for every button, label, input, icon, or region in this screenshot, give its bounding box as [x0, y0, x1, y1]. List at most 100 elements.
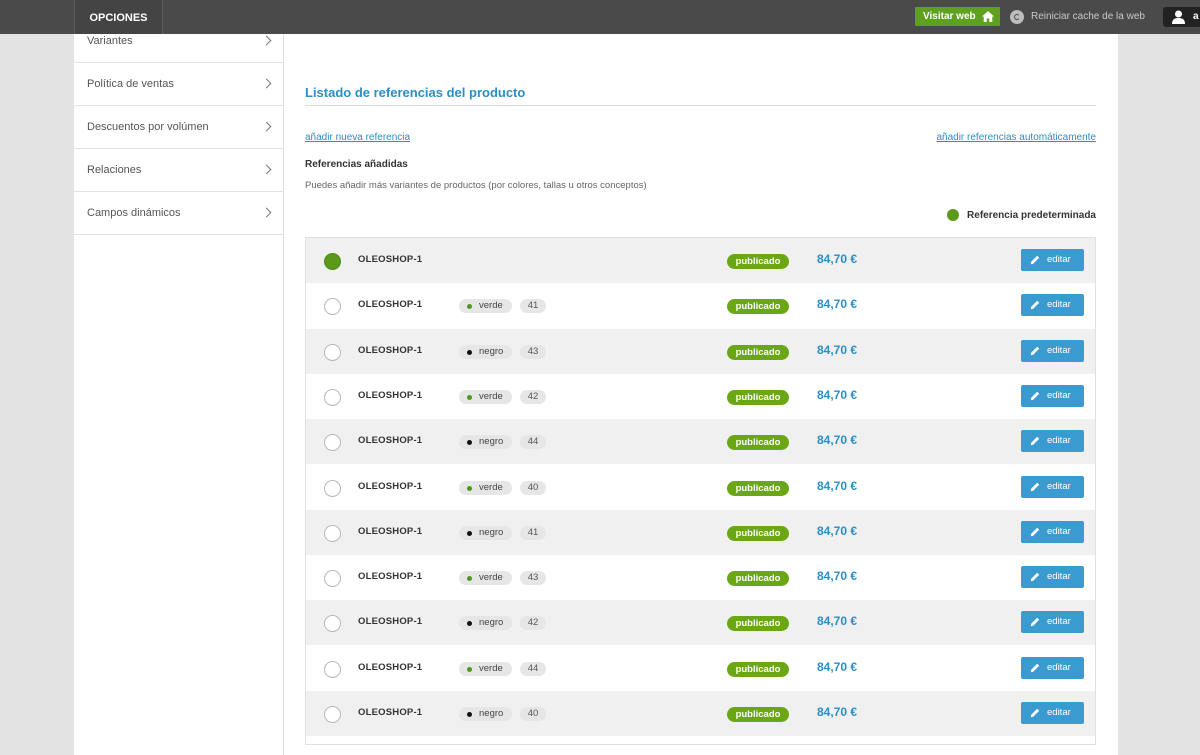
- default-radio[interactable]: [324, 660, 341, 678]
- status-badge: publicado: [727, 661, 789, 677]
- edit-label: editar: [1047, 344, 1071, 356]
- color-label: verde: [479, 300, 503, 312]
- reference-name: OLEOSHOP-1: [358, 525, 423, 537]
- edit-label: editar: [1047, 389, 1071, 401]
- table-row: OLEOSHOP-1 verde 42 publicado 84,70 € editar: [306, 373, 1095, 419]
- color-dot-icon: [467, 304, 472, 310]
- color-tag: verde: [459, 661, 512, 676]
- color-tag: verde: [459, 571, 512, 586]
- price: 84,70 €: [817, 705, 858, 719]
- color-dot-icon: [467, 530, 472, 536]
- default-radio[interactable]: [324, 298, 341, 316]
- edit-button[interactable]: editar: [1021, 702, 1084, 724]
- sidebar-item-volume-discounts[interactable]: Descuentos por volúmen: [74, 106, 284, 149]
- default-radio[interactable]: [324, 570, 341, 588]
- size-tag: 41: [520, 299, 546, 314]
- reset-cache-label: Reiniciar cache de la web: [1031, 11, 1145, 22]
- color-dot-icon: [467, 485, 472, 491]
- edit-button[interactable]: editar: [1021, 249, 1084, 271]
- default-radio[interactable]: [324, 343, 341, 361]
- reference-name: OLEOSHOP-1: [358, 299, 423, 311]
- color-label: negro: [479, 526, 504, 538]
- user-menu[interactable]: a: [1163, 7, 1200, 27]
- color-tag: negro: [459, 344, 513, 359]
- edit-button[interactable]: editar: [1021, 566, 1084, 589]
- user-icon: [1172, 10, 1185, 24]
- edit-button[interactable]: editar: [1021, 294, 1084, 317]
- status-badge: publicado: [727, 344, 789, 360]
- visit-web-label: Visitar web: [923, 11, 976, 22]
- color-label: verde: [479, 481, 503, 493]
- default-radio[interactable]: [324, 253, 341, 270]
- default-radio[interactable]: [324, 479, 341, 497]
- pencil-icon: [1030, 618, 1040, 627]
- reference-name: OLEOSHOP-1: [358, 616, 423, 628]
- price: 84,70 €: [817, 297, 858, 312]
- reference-name: OLEOSHOP-1: [358, 254, 423, 265]
- color-tag: verde: [459, 389, 512, 404]
- status-badge: publicado: [727, 435, 789, 451]
- default-radio[interactable]: [324, 615, 341, 633]
- color-tag: negro: [459, 707, 513, 721]
- default-radio[interactable]: [324, 524, 341, 542]
- chevron-right-icon: [261, 121, 272, 132]
- chevron-right-icon: [261, 78, 272, 89]
- add-auto-references-link[interactable]: añadir referencias automáticamente: [936, 132, 1096, 143]
- status-badge: publicado: [727, 389, 789, 405]
- default-radio[interactable]: [324, 434, 341, 452]
- default-radio[interactable]: [324, 706, 341, 723]
- pencil-icon: [1030, 391, 1040, 401]
- edit-button[interactable]: editar: [1021, 611, 1084, 634]
- edit-button[interactable]: editar: [1021, 430, 1084, 453]
- chevron-right-icon: [261, 35, 272, 46]
- sidebar-item-label: Campos dinámicos: [87, 207, 181, 219]
- edit-label: editar: [1047, 299, 1071, 311]
- price: 84,70 €: [817, 659, 858, 674]
- edit-button[interactable]: editar: [1021, 384, 1084, 407]
- edit-button[interactable]: editar: [1021, 339, 1084, 362]
- page-title: Listado de referencias del producto: [305, 85, 526, 100]
- user-name: a: [1193, 11, 1199, 22]
- color-dot-icon: [467, 576, 472, 582]
- edit-button[interactable]: editar: [1021, 656, 1084, 679]
- reference-name: OLEOSHOP-1: [358, 571, 423, 583]
- sidebar-item-sales-policy[interactable]: Política de ventas: [74, 63, 284, 106]
- size-tag: 43: [520, 344, 546, 359]
- edit-label: editar: [1047, 707, 1071, 718]
- color-tag: verde: [459, 299, 512, 314]
- price: 84,70 €: [817, 614, 858, 629]
- reference-name: OLEOSHOP-1: [358, 661, 423, 673]
- edit-label: editar: [1047, 571, 1071, 583]
- pencil-icon: [1030, 482, 1040, 491]
- reference-name: OLEOSHOP-1: [358, 389, 423, 401]
- sidebar-item-relations[interactable]: Relaciones: [74, 149, 284, 192]
- edit-button[interactable]: editar: [1021, 520, 1084, 543]
- size-tag: 44: [520, 435, 546, 450]
- status-badge: publicado: [727, 571, 789, 587]
- sidebar-item-dynamic-fields[interactable]: Campos dinámicos: [74, 192, 284, 235]
- main-content: Listado de referencias del producto añad…: [284, 34, 1118, 755]
- reset-cache-link[interactable]: Reiniciar cache de la web: [1010, 9, 1145, 25]
- edit-button[interactable]: editar: [1021, 475, 1084, 498]
- visit-web-button[interactable]: Visitar web: [915, 7, 1000, 26]
- color-label: negro: [479, 345, 504, 357]
- right-margin: [1118, 34, 1200, 755]
- status-badge: publicado: [727, 707, 789, 722]
- sidebar-item-variants[interactable]: Variantes: [74, 20, 284, 63]
- pencil-icon: [1030, 346, 1040, 355]
- price: 84,70 €: [817, 569, 858, 584]
- table-row: OLEOSHOP-1 verde 44 publicado 84,70 € editar: [306, 645, 1095, 691]
- legend-label: Referencia predeterminada: [967, 210, 1096, 221]
- default-radio[interactable]: [324, 388, 341, 406]
- add-reference-link[interactable]: añadir nueva referencia: [305, 132, 410, 143]
- status-badge: publicado: [727, 480, 789, 496]
- reload-icon: [1010, 10, 1024, 24]
- sidebar-item-label: Relaciones: [87, 164, 142, 176]
- status-badge: publicado: [727, 299, 789, 315]
- table-row: OLEOSHOP-1 negro 41 publicado 84,70 € editar: [306, 509, 1095, 555]
- table-row: OLEOSHOP-1 negro 43 publicado 84,70 € editar: [306, 328, 1095, 374]
- color-dot-icon: [467, 712, 472, 717]
- default-reference-legend: Referencia predeterminada: [947, 209, 1096, 222]
- size-tag: 42: [520, 389, 546, 404]
- color-label: negro: [479, 436, 504, 448]
